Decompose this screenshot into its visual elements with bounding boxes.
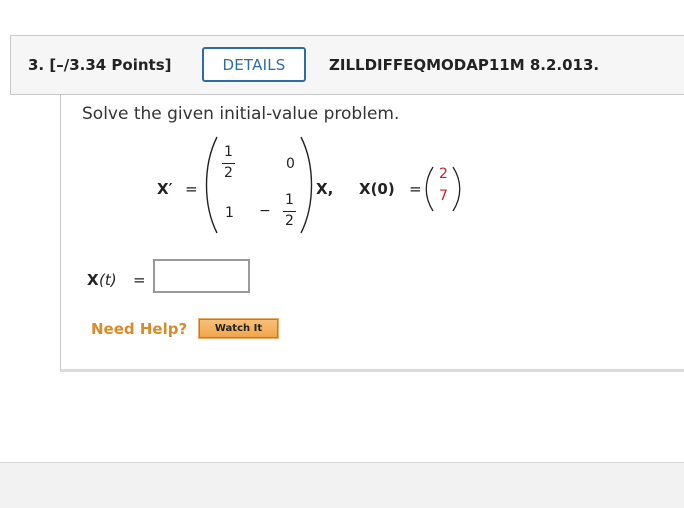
a22-denominator: 2 <box>285 213 294 229</box>
answer-input[interactable] <box>153 259 250 293</box>
a11-denominator: 2 <box>224 165 233 181</box>
rhs-variable: X, <box>316 180 334 198</box>
need-help-label: Need Help? <box>91 320 188 338</box>
question-code: ZILLDIFFEQMODAP11M 8.2.013. <box>329 56 600 74</box>
ic-entry-1: 2 <box>439 166 448 182</box>
matrix-left-paren <box>205 136 218 234</box>
answer-label-arg: (t) <box>99 271 117 289</box>
a12-entry: 0 <box>286 156 295 172</box>
ic-lhs: X(0) <box>359 180 395 198</box>
a22-fraction-bar <box>283 211 296 212</box>
ic-right-paren <box>452 166 461 212</box>
answer-label-var: X <box>87 271 99 289</box>
a11-numerator: 1 <box>224 144 233 160</box>
ic-equals: = <box>409 180 422 198</box>
bottom-bar <box>0 462 684 508</box>
question-header: 3. [–/3.34 Points] DETAILS ZILLDIFFEQMOD… <box>10 35 684 95</box>
lhs-variable: X′ <box>157 180 173 198</box>
lhs-equals: = <box>185 180 198 198</box>
watch-it-button[interactable]: Watch It <box>198 318 279 339</box>
question-number-points: 3. [–/3.34 Points] <box>28 56 172 74</box>
ic-entry-2: 7 <box>439 188 448 204</box>
question-content: Solve the given initial-value problem. X… <box>60 95 684 372</box>
matrix-right-paren <box>300 136 313 234</box>
a21-entry: 1 <box>225 205 234 221</box>
details-button[interactable]: DETAILS <box>202 47 306 82</box>
a22-sign: − <box>259 203 271 219</box>
a22-numerator: 1 <box>285 192 294 208</box>
ic-left-paren <box>425 166 434 212</box>
answer-equals: = <box>133 271 146 289</box>
a11-fraction-bar <box>222 163 235 164</box>
